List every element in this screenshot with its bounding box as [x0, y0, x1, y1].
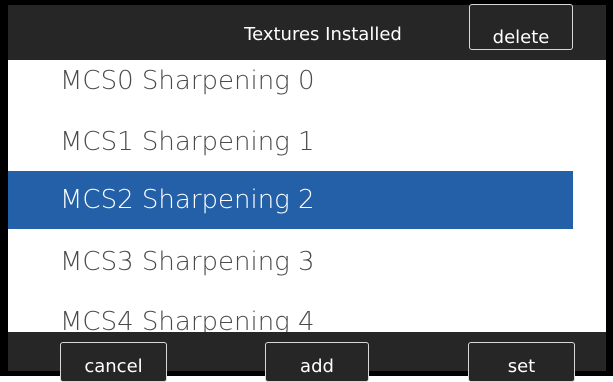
cancel-button[interactable]: cancel: [60, 342, 167, 382]
list-item[interactable]: MCS0 Sharpening 0: [8, 60, 573, 110]
delete-button[interactable]: delete: [469, 4, 573, 50]
texture-list: MCS0 Sharpening 0 MCS1 Sharpening 1 MCS2…: [8, 60, 606, 332]
header-bar: Textures Installed delete: [8, 4, 606, 60]
list-item[interactable]: MCS4 Sharpening 4: [8, 293, 573, 332]
footer-bar: cancel add set: [8, 332, 606, 382]
set-button[interactable]: set: [468, 342, 575, 382]
add-button[interactable]: add: [265, 342, 369, 382]
list-item[interactable]: MCS1 Sharpening 1: [8, 113, 573, 171]
list-item-selected[interactable]: MCS2 Sharpening 2: [8, 171, 573, 229]
list-item[interactable]: MCS3 Sharpening 3: [8, 233, 573, 291]
textures-installed-screen: Textures Installed delete MCS0 Sharpenin…: [0, 0, 613, 382]
